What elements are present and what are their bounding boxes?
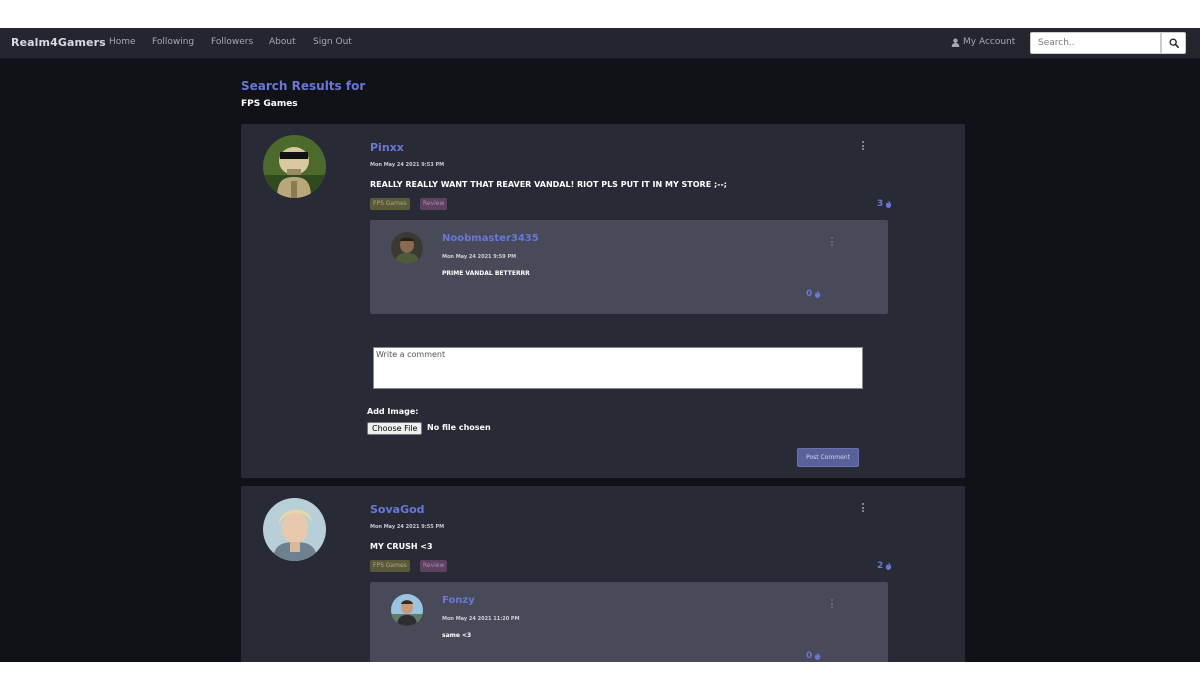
my-account-label: My Account (963, 37, 1016, 47)
search-button[interactable] (1161, 32, 1186, 54)
post-card: Pinxx Mon May 24 2021 9:53 PM REALLY REA… (241, 124, 965, 478)
post-card: SovaGod Mon May 24 2021 9:55 PM MY CRUSH… (241, 486, 965, 662)
reply-like-count[interactable]: 0 (806, 289, 821, 299)
navbar: Realm4Gamers Home Following Followers Ab… (0, 28, 1200, 59)
tag-fps-games[interactable]: FPS Games (370, 560, 410, 572)
reply-options-button[interactable] (830, 599, 834, 608)
search-icon (1169, 38, 1179, 48)
post-author[interactable]: Pinxx (370, 141, 404, 154)
post-author[interactable]: SovaGod (370, 503, 425, 516)
tag-review[interactable]: Review (420, 198, 448, 210)
post-options-button[interactable] (861, 503, 865, 512)
my-account-link[interactable]: My Account (951, 37, 1015, 47)
post-comment-button[interactable]: Post Comment (797, 448, 859, 467)
add-image-label: Add Image: (367, 407, 419, 416)
avatar-image (263, 135, 326, 198)
nav-following[interactable]: Following (152, 37, 194, 47)
reply-text: PRIME VANDAL BETTERRR (442, 270, 530, 277)
flame-icon (886, 200, 892, 208)
user-icon (951, 38, 960, 47)
avatar[interactable] (263, 135, 326, 198)
like-count-value: 2 (877, 561, 884, 571)
search-results-title: Search Results for (241, 79, 366, 93)
avatar-image (263, 498, 326, 561)
reply-card: Noobmaster3435 Mon May 24 2021 9:59 PM P… (370, 220, 888, 314)
like-count[interactable]: 3 (877, 199, 892, 209)
reply-card: Fonzy Mon May 24 2021 11:20 PM same <3 0 (370, 582, 888, 662)
search-query: FPS Games (241, 99, 298, 109)
like-count[interactable]: 2 (877, 561, 892, 571)
reply-author[interactable]: Noobmaster3435 (442, 233, 539, 244)
avatar-image (391, 594, 423, 626)
flame-icon (886, 562, 892, 570)
reply-date: Mon May 24 2021 9:59 PM (442, 254, 517, 260)
no-file-text: No file chosen (427, 423, 491, 432)
flame-icon (815, 652, 821, 660)
reply-avatar[interactable] (391, 232, 423, 264)
brand-logo[interactable]: Realm4Gamers (11, 36, 106, 49)
search-input[interactable] (1030, 32, 1161, 54)
reply-like-count-value: 0 (806, 289, 813, 299)
post-date: Mon May 24 2021 9:53 PM (370, 162, 445, 168)
nav-home[interactable]: Home (109, 37, 136, 47)
reply-text: same <3 (442, 632, 472, 639)
reply-avatar[interactable] (391, 594, 423, 626)
post-date: Mon May 24 2021 9:55 PM (370, 524, 445, 530)
avatar[interactable] (263, 498, 326, 561)
reply-like-count[interactable]: 0 (806, 651, 821, 661)
reply-like-count-value: 0 (806, 651, 813, 661)
post-options-button[interactable] (861, 141, 865, 150)
tag-fps-games[interactable]: FPS Games (370, 198, 410, 210)
choose-file-button[interactable]: Choose File (367, 422, 423, 435)
post-text: MY CRUSH <3 (370, 542, 433, 551)
nav-about[interactable]: About (269, 37, 296, 47)
avatar-image (391, 232, 423, 264)
nav-sign-out[interactable]: Sign Out (313, 37, 352, 47)
tag-review[interactable]: Review (420, 560, 448, 572)
reply-author[interactable]: Fonzy (442, 595, 475, 606)
flame-icon (815, 290, 821, 298)
reply-date: Mon May 24 2021 11:20 PM (442, 616, 520, 622)
comment-input[interactable] (373, 347, 863, 389)
reply-options-button[interactable] (830, 237, 834, 246)
like-count-value: 3 (877, 199, 884, 209)
post-text: REALLY REALLY WANT THAT REAVER VANDAL! R… (370, 180, 727, 189)
nav-followers[interactable]: Followers (211, 37, 253, 47)
app-viewport: Realm4Gamers Home Following Followers Ab… (0, 28, 1200, 662)
